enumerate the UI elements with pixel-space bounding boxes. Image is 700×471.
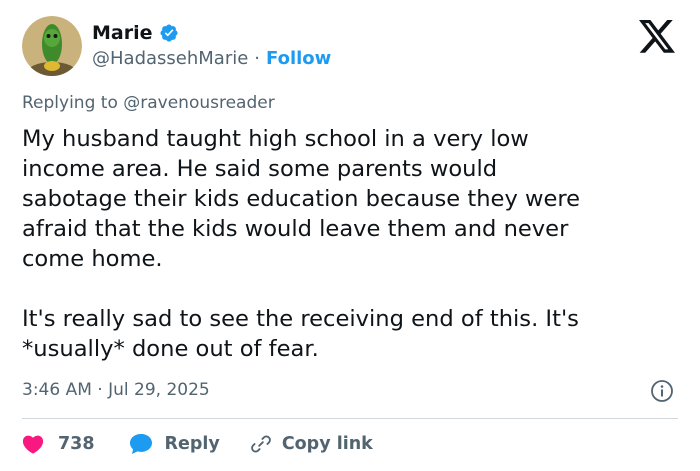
reply-label: Reply	[164, 434, 220, 454]
link-icon	[251, 435, 271, 453]
avatar[interactable]	[22, 16, 82, 76]
verified-badge-icon	[159, 24, 178, 42]
reply-button[interactable]: Reply	[129, 433, 220, 455]
replying-to-prefix: Replying to	[22, 93, 124, 113]
replying-to: Replying to @ravenousreader	[22, 93, 275, 113]
avatar-image	[22, 16, 82, 76]
action-bar: 738 Reply Copy link	[22, 430, 373, 458]
copy-link-label: Copy link	[281, 434, 373, 454]
author-handle[interactable]: @HadassehMarie	[92, 48, 248, 69]
tweet-text: My husband taught high school in a very …	[22, 126, 581, 362]
like-button[interactable]: 738	[22, 434, 95, 454]
like-count: 738	[58, 434, 95, 454]
follow-button[interactable]: Follow	[266, 48, 331, 69]
divider	[22, 418, 678, 419]
copy-link-button[interactable]: Copy link	[250, 433, 373, 455]
author-handle-row: @HadassehMarie · Follow	[92, 48, 331, 69]
tweet-timestamp[interactable]: 3:46 AM · Jul 29, 2025	[22, 380, 210, 400]
separator-dot: ·	[254, 48, 261, 69]
x-logo-icon[interactable]	[637, 20, 677, 56]
heart-icon	[22, 435, 44, 454]
speech-bubble-icon	[129, 434, 152, 454]
replying-to-mention[interactable]: @ravenousreader	[123, 93, 274, 113]
info-icon[interactable]	[650, 379, 674, 403]
author-name[interactable]: Marie	[92, 22, 153, 44]
author-name-row: Marie	[92, 22, 179, 44]
